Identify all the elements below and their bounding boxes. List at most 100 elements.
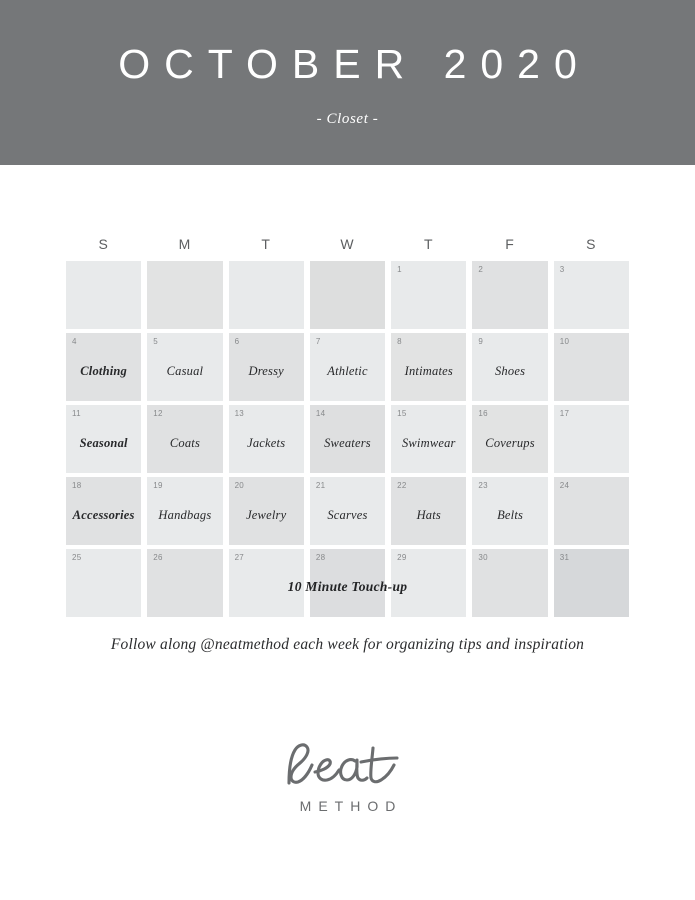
day-number: 5 bbox=[153, 337, 159, 346]
day-number: 1 bbox=[397, 265, 402, 274]
day-label: Hats bbox=[416, 508, 441, 523]
weekday-label-0: S bbox=[98, 236, 109, 252]
day-label: Handbags bbox=[158, 508, 212, 523]
day-number: 7 bbox=[315, 337, 321, 346]
neat-wordmark-icon bbox=[286, 743, 399, 785]
calendar-week-row: 4 Clothing 5 Casual 6 Dressy 7 Athletic 8 Intimat… bbox=[66, 333, 629, 401]
day-cell-18[interactable]: 18 Accessories bbox=[66, 477, 142, 545]
day-cell-17[interactable]: 17 bbox=[553, 405, 629, 473]
day-label: Athletic bbox=[327, 364, 368, 379]
day-number: 29 bbox=[397, 553, 407, 562]
calendar-week-row: 25 26 27 28 29 30 31 10 Minute Touch-up bbox=[66, 549, 629, 617]
day-number: 15 bbox=[397, 409, 407, 418]
day-cell-19[interactable]: 19 Handbags bbox=[147, 477, 223, 545]
day-number: 28 bbox=[315, 553, 326, 562]
weekday-label-5: F bbox=[505, 236, 515, 252]
day-cell-9[interactable]: 9 Shoes bbox=[472, 333, 548, 401]
day-label: Scarves bbox=[327, 508, 368, 523]
day-cell-23[interactable]: 23 Belts bbox=[472, 477, 548, 545]
day-number: 13 bbox=[234, 409, 245, 418]
day-label: Coats bbox=[169, 436, 201, 451]
day-number: 25 bbox=[72, 553, 82, 562]
day-cell-28[interactable]: 28 bbox=[309, 549, 386, 617]
day-number: 11 bbox=[72, 409, 81, 418]
day-number: 23 bbox=[478, 481, 488, 490]
day-number: 8 bbox=[397, 337, 402, 346]
weekday-label-4: T bbox=[424, 236, 434, 252]
day-number: 16 bbox=[478, 409, 488, 418]
calendar-week-row: 1 2 3 bbox=[66, 261, 629, 329]
day-number: 10 bbox=[559, 337, 570, 346]
day-cell-empty[interactable] bbox=[309, 261, 386, 329]
weekday-label-6: S bbox=[586, 236, 597, 252]
day-label: Clothing bbox=[80, 364, 128, 379]
day-cell-21[interactable]: 21 Scarves bbox=[309, 477, 386, 545]
day-cell-4[interactable]: 4 Clothing bbox=[66, 333, 142, 401]
day-cell-29[interactable]: 29 bbox=[391, 549, 467, 617]
day-number: 31 bbox=[559, 553, 570, 562]
header-band: OCTOBER 2020 - Closet - bbox=[0, 0, 695, 165]
day-number: 14 bbox=[315, 409, 326, 418]
day-cell-27[interactable]: 27 bbox=[228, 549, 304, 617]
day-cell-5[interactable]: 5 Casual bbox=[147, 333, 223, 401]
day-cell-31[interactable]: 31 bbox=[553, 549, 629, 617]
day-number: 24 bbox=[559, 481, 570, 490]
calendar-grid: SMTWTFS 1 2 3 4 Clothing 5 Casual 6 Dressy 7 Athle… bbox=[66, 236, 629, 617]
day-label: Seasonal bbox=[79, 436, 128, 451]
day-label: Dressy bbox=[248, 364, 284, 379]
day-label: Sweaters bbox=[324, 436, 371, 451]
logo-subtext: METHOD bbox=[299, 798, 403, 814]
day-cell-25[interactable]: 25 bbox=[66, 549, 142, 617]
day-cell-empty[interactable] bbox=[147, 261, 223, 329]
day-number: 20 bbox=[234, 481, 245, 490]
day-cell-11[interactable]: 11 Seasonal bbox=[66, 405, 142, 473]
day-cell-26[interactable]: 26 bbox=[147, 549, 223, 617]
day-cell-22[interactable]: 22 Hats bbox=[391, 477, 467, 545]
header-subtitle: - Closet - bbox=[316, 111, 379, 127]
day-cell-6[interactable]: 6 Dressy bbox=[228, 333, 304, 401]
day-number: 2 bbox=[478, 265, 484, 274]
calendar-weeks: 1 2 3 4 Clothing 5 Casual 6 Dressy 7 Athletic 8 Inti… bbox=[66, 261, 629, 617]
day-label: Belts bbox=[497, 508, 524, 523]
day-cell-3[interactable]: 3 bbox=[553, 261, 629, 329]
day-cell-24[interactable]: 24 bbox=[553, 477, 629, 545]
day-label: Intimates bbox=[404, 364, 453, 379]
day-number: 3 bbox=[559, 265, 565, 274]
day-cell-14[interactable]: 14 Sweaters bbox=[309, 405, 386, 473]
calendar-week-row: 18 Accessories 19 Handbags 20 Jewelry 21 Scarve… bbox=[66, 477, 629, 545]
day-cell-8[interactable]: 8 Intimates bbox=[391, 333, 467, 401]
day-number: 30 bbox=[478, 553, 488, 562]
weekday-header-row: SMTWTFS bbox=[66, 236, 629, 252]
day-cell-1[interactable]: 1 bbox=[391, 261, 467, 329]
day-label: Swimwear bbox=[401, 436, 456, 451]
day-cell-2[interactable]: 2 bbox=[472, 261, 548, 329]
day-label: Shoes bbox=[494, 364, 526, 379]
day-number: 21 bbox=[315, 481, 326, 490]
day-number: 26 bbox=[153, 553, 163, 562]
day-cell-10[interactable]: 10 bbox=[553, 333, 629, 401]
day-label: Accessories bbox=[72, 508, 135, 523]
calendar-week-row: 11 Seasonal 12 Coats 13 Jackets 14 Sweaters 15 Sw… bbox=[66, 405, 629, 473]
brand-logo: METHOD bbox=[0, 736, 695, 814]
day-label: Jackets bbox=[247, 436, 286, 451]
tagline: Follow along @neatmethod each week for o… bbox=[110, 636, 585, 653]
day-number: 4 bbox=[72, 337, 77, 346]
day-cell-16[interactable]: 16 Coverups bbox=[472, 405, 548, 473]
weekday-label-3: W bbox=[340, 236, 355, 252]
weekday-label-2: T bbox=[261, 236, 271, 252]
day-cell-30[interactable]: 30 bbox=[472, 549, 548, 617]
day-cell-empty[interactable] bbox=[66, 261, 142, 329]
day-number: 19 bbox=[153, 481, 163, 490]
day-number: 18 bbox=[72, 481, 82, 490]
day-cell-empty[interactable] bbox=[228, 261, 304, 329]
day-cell-15[interactable]: 15 Swimwear bbox=[391, 405, 467, 473]
day-label: Coverups bbox=[485, 436, 535, 451]
weekday-label-1: M bbox=[178, 236, 192, 252]
day-cell-13[interactable]: 13 Jackets bbox=[228, 405, 304, 473]
day-cell-12[interactable]: 12 Coats bbox=[147, 405, 223, 473]
day-cell-7[interactable]: 7 Athletic bbox=[309, 333, 386, 401]
day-number: 6 bbox=[234, 337, 240, 346]
day-cell-20[interactable]: 20 Jewelry bbox=[228, 477, 304, 545]
day-number: 9 bbox=[478, 337, 484, 346]
day-number: 12 bbox=[153, 409, 163, 418]
